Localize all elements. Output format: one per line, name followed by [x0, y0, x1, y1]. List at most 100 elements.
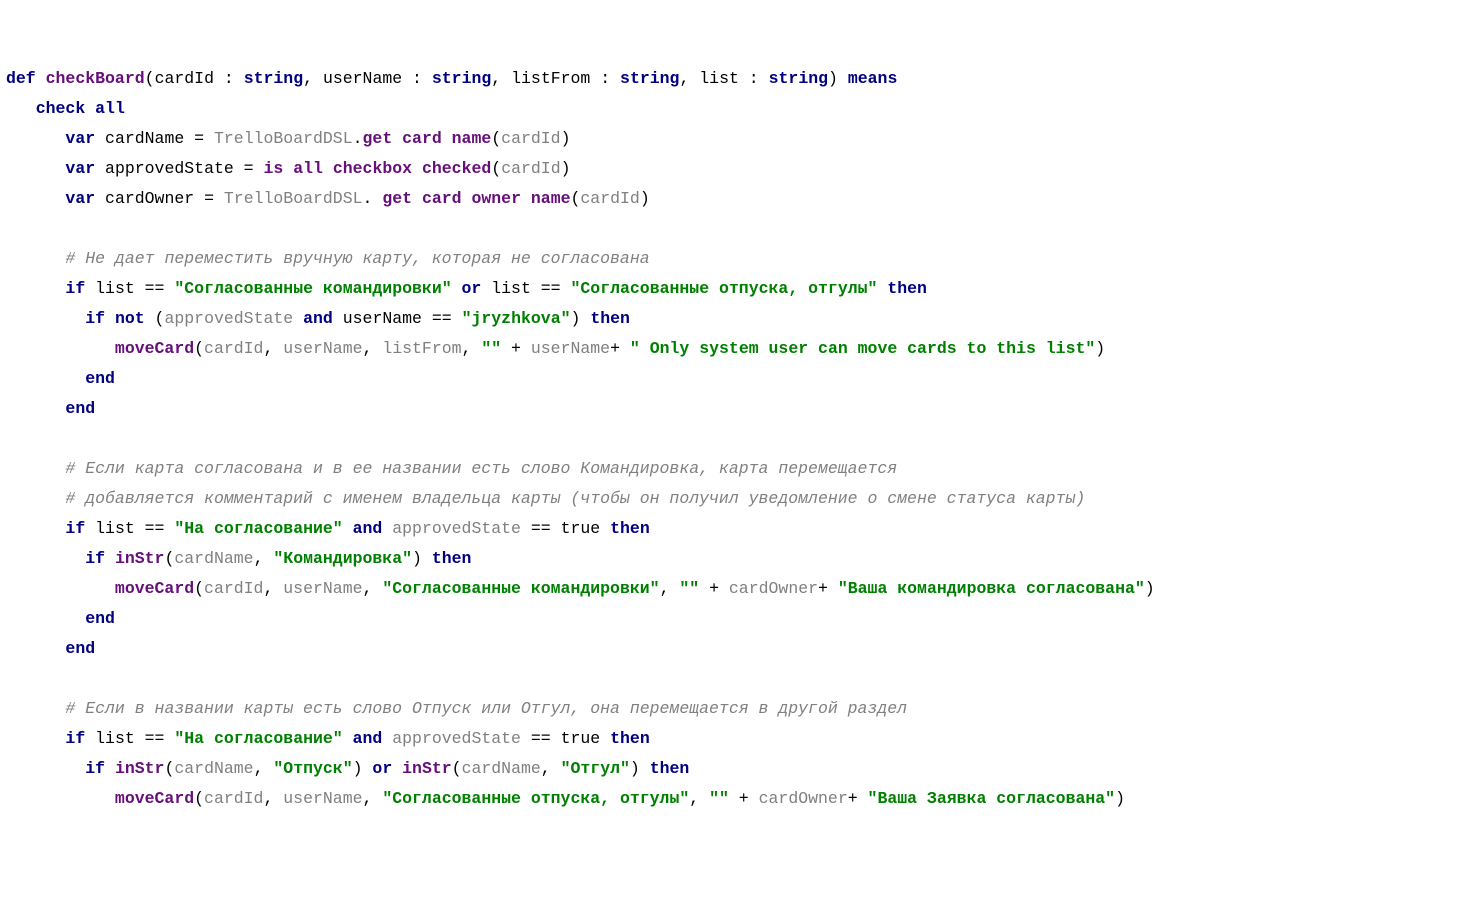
func-call: inStr — [115, 759, 165, 778]
keyword-end: end — [85, 609, 115, 628]
var-ref: approvedState — [392, 729, 521, 748]
method: card — [402, 129, 442, 148]
func-call: moveCard — [115, 579, 194, 598]
var-ref: approvedState — [164, 309, 293, 328]
func-call: inStr — [402, 759, 452, 778]
class-name: TrelloBoardDSL — [214, 129, 353, 148]
code-viewer: def checkBoard(cardId : string, userName… — [6, 64, 1456, 814]
keyword-if: if — [85, 309, 105, 328]
method: card — [422, 189, 462, 208]
keyword-and: and — [303, 309, 333, 328]
true-lit: true — [561, 519, 601, 538]
arg: userName — [283, 789, 362, 808]
string-lit: "Ваша командировка согласована" — [838, 579, 1145, 598]
string-lit: "Согласованные командировки" — [174, 279, 451, 298]
comment: # добавляется комментарий с именем владе… — [65, 489, 1085, 508]
string-lit: "" — [481, 339, 501, 358]
arg: cardOwner — [729, 579, 818, 598]
arg: cardOwner — [759, 789, 848, 808]
string-lit: "" — [679, 579, 699, 598]
keyword-and: and — [353, 519, 383, 538]
keyword-var: var — [65, 129, 95, 148]
keyword-all: all — [95, 99, 125, 118]
arg: cardId — [204, 339, 263, 358]
func-call: moveCard — [115, 339, 194, 358]
keyword-then: then — [610, 519, 650, 538]
arg: cardId — [580, 189, 639, 208]
keyword-end: end — [65, 399, 95, 418]
keyword-def: def — [6, 69, 36, 88]
keyword-then: then — [432, 549, 472, 568]
type-string: string — [432, 69, 491, 88]
type-string: string — [620, 69, 679, 88]
method: owner — [471, 189, 521, 208]
plus-op: + — [699, 579, 729, 598]
dot: . — [353, 129, 363, 148]
keyword-var: var — [65, 159, 95, 178]
var-ref: list — [95, 519, 135, 538]
param-name: list — [699, 69, 739, 88]
var-ref: list — [491, 279, 531, 298]
method: name — [452, 129, 492, 148]
string-lit: "Отгул" — [561, 759, 630, 778]
method: checked — [422, 159, 491, 178]
arg: cardId — [501, 159, 560, 178]
keyword-then: then — [610, 729, 650, 748]
arg: userName — [283, 579, 362, 598]
class-name: TrelloBoardDSL — [224, 189, 363, 208]
func-call: inStr — [115, 549, 165, 568]
string-lit: "На согласование" — [174, 519, 342, 538]
param-name: listFrom — [511, 69, 590, 88]
string-lit: "Командировка" — [273, 549, 412, 568]
method: all — [293, 159, 323, 178]
eq-op: == — [531, 519, 551, 538]
keyword-and: and — [353, 729, 383, 748]
arg: cardId — [204, 579, 263, 598]
var-ref: approvedState — [392, 519, 521, 538]
method: name — [531, 189, 571, 208]
string-lit: "Отпуск" — [273, 759, 352, 778]
param-name: cardId — [155, 69, 214, 88]
arg: userName — [283, 339, 362, 358]
keyword-if: if — [65, 729, 85, 748]
string-lit: "На согласование" — [174, 729, 342, 748]
func-call: moveCard — [115, 789, 194, 808]
arg: listFrom — [382, 339, 461, 358]
arg: cardId — [204, 789, 263, 808]
var-ref: list — [95, 279, 135, 298]
colon: : — [402, 69, 432, 88]
keyword-not: not — [115, 309, 145, 328]
equals: = — [234, 159, 264, 178]
equals: = — [194, 189, 224, 208]
eq-op: == — [145, 279, 165, 298]
arg: cardId — [501, 129, 560, 148]
var-name: cardOwner — [105, 189, 194, 208]
plus-op: + — [848, 789, 868, 808]
keyword-if: if — [65, 279, 85, 298]
arg: userName — [531, 339, 610, 358]
colon: : — [739, 69, 769, 88]
string-lit: "Согласованные отпуска, отгулы" — [382, 789, 689, 808]
var-ref: list — [95, 729, 135, 748]
plus-op: + — [729, 789, 759, 808]
var-name: cardName — [105, 129, 184, 148]
true-lit: true — [561, 729, 601, 748]
string-lit: " Only system user can move cards to thi… — [630, 339, 1095, 358]
comment: # Не дает переместить вручную карту, кот… — [65, 249, 649, 268]
keyword-var: var — [65, 189, 95, 208]
plus-op: + — [610, 339, 630, 358]
var-name: approvedState — [105, 159, 234, 178]
keyword-or: or — [462, 279, 482, 298]
keyword-then: then — [887, 279, 927, 298]
method: get — [363, 129, 393, 148]
keyword-end: end — [65, 639, 95, 658]
string-lit: "Согласованные командировки" — [382, 579, 659, 598]
comment: # Если в названии карты есть слово Отпус… — [65, 699, 907, 718]
arg: cardName — [174, 759, 253, 778]
arg: cardName — [174, 549, 253, 568]
eq-op: == — [541, 279, 561, 298]
eq-op: == — [531, 729, 551, 748]
arg: cardName — [462, 759, 541, 778]
method: get — [382, 189, 412, 208]
string-lit: "Ваша Заявка согласована" — [868, 789, 1116, 808]
